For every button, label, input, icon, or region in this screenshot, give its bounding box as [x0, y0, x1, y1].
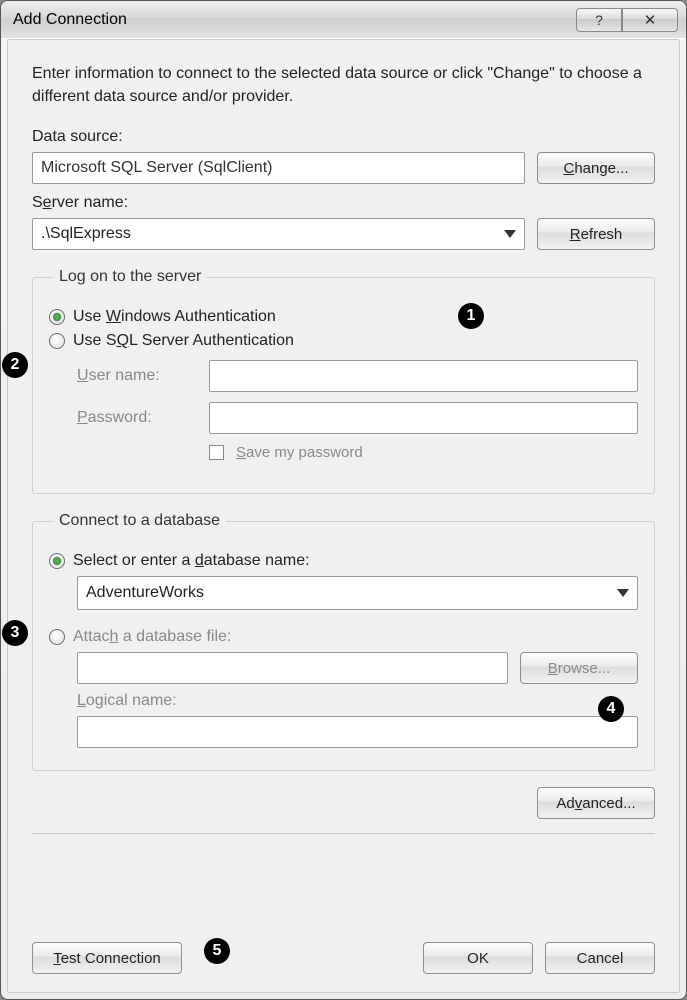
server-name-value: .\SqlExpress — [41, 225, 131, 243]
bottom-bar: Test Connection OK Cancel — [32, 942, 655, 974]
database-combo-value: AdventureWorks — [86, 584, 204, 602]
close-icon: ✕ — [644, 11, 657, 29]
separator — [32, 833, 655, 834]
password-label: Password: — [77, 409, 197, 427]
titlebar-buttons: ? ✕ — [576, 8, 678, 32]
instruction-text: Enter information to connect to the sele… — [32, 62, 655, 108]
username-input — [209, 360, 638, 392]
help-icon: ? — [595, 12, 603, 28]
data-source-field: Microsoft SQL Server (SqlClient) — [32, 152, 525, 184]
change-button[interactable]: Change... — [537, 152, 655, 184]
username-label: User name: — [77, 367, 197, 385]
help-button[interactable]: ? — [576, 8, 622, 32]
cancel-button[interactable]: Cancel — [545, 942, 655, 974]
radio-windows-auth[interactable]: Use Windows Authentication — [49, 308, 638, 326]
annotation-5: 5 — [204, 938, 230, 964]
radio-select-db-label: Select or enter a database name: — [73, 552, 310, 570]
change-button-rest: hange... — [574, 160, 628, 177]
database-combo[interactable]: AdventureWorks — [77, 576, 638, 610]
radio-icon — [49, 333, 65, 349]
browse-button: Browse... — [520, 652, 638, 684]
password-row: Password: — [77, 402, 638, 434]
titlebar[interactable]: Add Connection ? ✕ — [1, 1, 686, 39]
database-legend: Connect to a database — [53, 512, 226, 530]
save-password-label: Save my password — [236, 444, 363, 461]
logical-name-label: Logical name: — [77, 692, 638, 710]
save-password-checkbox — [209, 445, 224, 460]
logon-legend: Log on to the server — [53, 268, 207, 286]
radio-select-db[interactable]: Select or enter a database name: — [49, 552, 638, 570]
ok-button[interactable]: OK — [423, 942, 533, 974]
radio-icon — [49, 309, 65, 325]
database-group: Connect to a database Select or enter a … — [32, 512, 655, 771]
chevron-down-icon — [504, 230, 516, 238]
radio-attach-db[interactable]: Attach a database file: — [49, 628, 638, 646]
radio-icon — [49, 553, 65, 569]
advanced-button[interactable]: Advanced... — [537, 787, 655, 819]
dialog-body: Enter information to connect to the sele… — [7, 39, 680, 993]
password-input — [209, 402, 638, 434]
test-connection-button[interactable]: Test Connection — [32, 942, 182, 974]
radio-sql-label: Use SQL Server Authentication — [73, 332, 294, 350]
data-source-label: Data source: — [32, 128, 655, 146]
refresh-button[interactable]: Refresh — [537, 218, 655, 250]
annotation-1: 1 — [458, 303, 484, 329]
close-button[interactable]: ✕ — [622, 8, 678, 32]
radio-attach-db-label: Attach a database file: — [73, 628, 231, 646]
radio-windows-label: Use Windows Authentication — [73, 308, 276, 326]
annotation-2: 2 — [2, 352, 28, 378]
server-name-combo[interactable]: .\SqlExpress — [32, 218, 525, 250]
save-password-row: Save my password — [209, 444, 638, 461]
radio-icon — [49, 629, 65, 645]
chevron-down-icon — [617, 589, 629, 597]
window-title: Add Connection — [13, 11, 576, 29]
logon-group: Log on to the server Use Windows Authent… — [32, 268, 655, 494]
logical-name-input — [77, 716, 638, 748]
dialog-window: Add Connection ? ✕ Enter information to … — [0, 0, 687, 1000]
annotation-4: 4 — [598, 696, 624, 722]
radio-sql-auth[interactable]: Use SQL Server Authentication — [49, 332, 638, 350]
username-row: User name: — [77, 360, 638, 392]
server-name-label: Server name: — [32, 194, 655, 212]
annotation-3: 3 — [2, 620, 28, 646]
attach-file-input — [77, 652, 508, 684]
